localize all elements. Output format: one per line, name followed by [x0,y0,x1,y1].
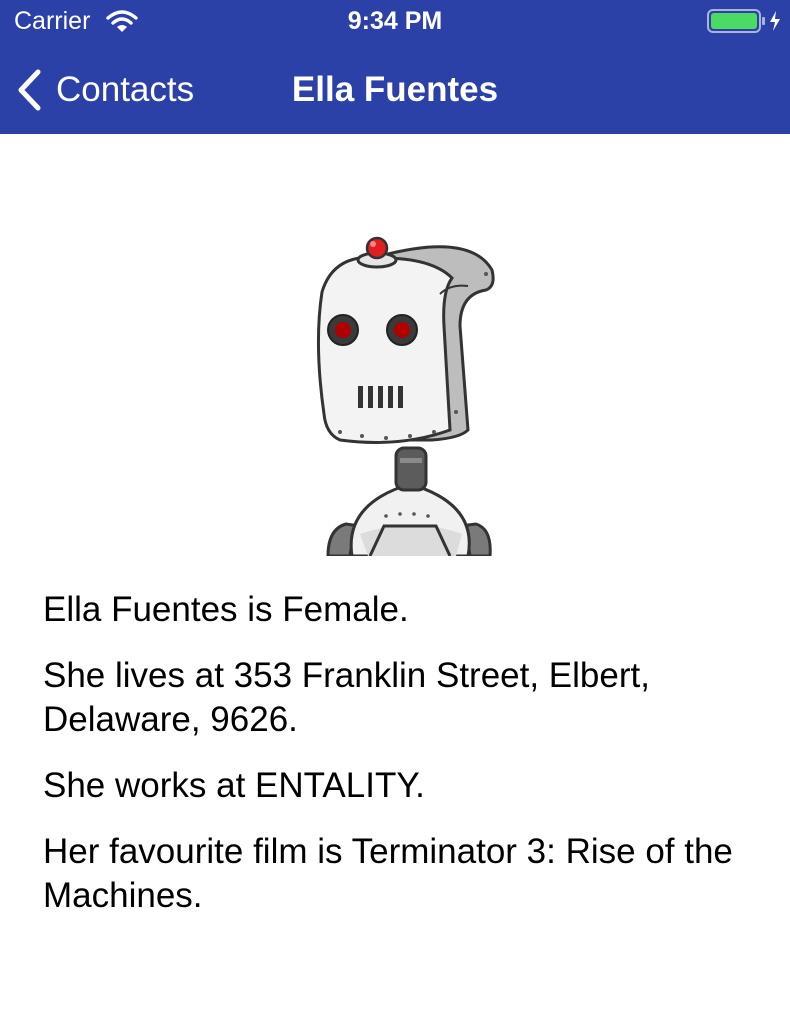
navigation-bar: Carrier 9:34 PM Contacts Ella Fuentes [0,0,790,134]
favourite-film-text: Her favourite film is Terminator 3: Rise… [43,832,733,915]
battery-icon [707,9,780,33]
page-title: Ella Fuentes [291,70,499,109]
status-time: 9:34 PM [347,7,443,35]
robot-avatar-icon [316,236,495,556]
contact-details: Ella Fuentes is Female. She lives at 353… [43,588,763,940]
address-text: She lives at 353 Franklin Street, Elbert… [43,656,650,739]
work-text: She works at ENTALITY. [43,766,425,805]
gender-text: Ella Fuentes is Female. [43,590,409,629]
